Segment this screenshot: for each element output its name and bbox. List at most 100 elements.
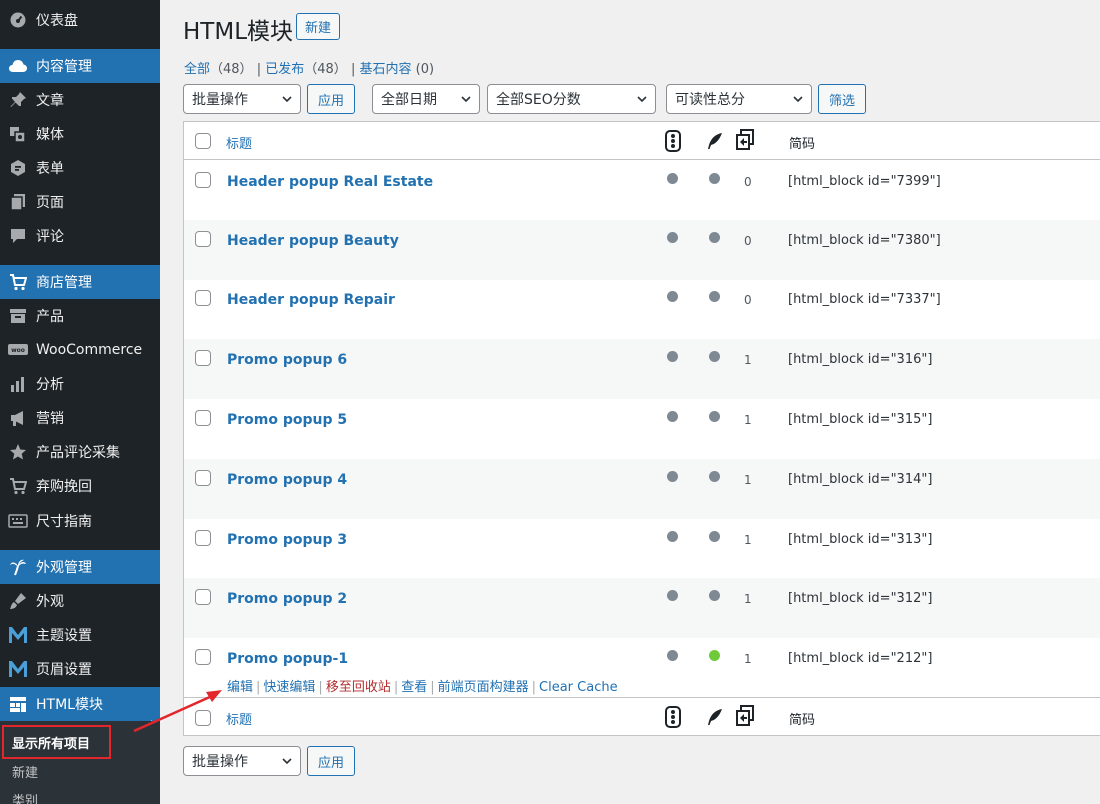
add-new-button[interactable]: 新建 bbox=[296, 13, 341, 40]
row-title-link[interactable]: Header popup Real Estate bbox=[227, 174, 433, 190]
column-title-header[interactable]: 标题 bbox=[226, 133, 252, 152]
sidebar-item-cart-recovery[interactable]: 弃购挽回 bbox=[0, 469, 160, 503]
filter-published-count: （48） bbox=[304, 62, 347, 77]
filter-cornerstone[interactable]: 基石内容 bbox=[359, 62, 411, 77]
sidebar-item-posts[interactable]: 文章 bbox=[0, 83, 160, 117]
seo-status-dot bbox=[667, 590, 678, 601]
row-title-link[interactable]: Promo popup 6 bbox=[227, 352, 347, 368]
row-checkbox[interactable] bbox=[195, 290, 211, 306]
date-filter-select[interactable]: 全部日期 bbox=[372, 84, 480, 114]
keyboard-icon bbox=[0, 504, 36, 538]
seo-filter-select[interactable]: 全部SEO分数 bbox=[487, 84, 656, 114]
bulk-action-select[interactable]: 批量操作 bbox=[183, 84, 301, 114]
sidebar-item-appearance-manage[interactable]: 外观管理 bbox=[0, 550, 160, 584]
row-checkbox[interactable] bbox=[195, 231, 211, 247]
sidebar-item-analytics[interactable]: 分析 bbox=[0, 367, 160, 401]
clear-cache-link[interactable]: Clear Cache bbox=[539, 680, 618, 695]
select-all-checkbox[interactable] bbox=[195, 133, 211, 149]
row-checkbox[interactable] bbox=[195, 172, 211, 188]
row-checkbox[interactable] bbox=[195, 589, 211, 605]
sidebar-item-appearance[interactable]: 外观 bbox=[0, 584, 160, 618]
linked-count: 0 bbox=[744, 234, 752, 248]
row-checkbox[interactable] bbox=[195, 410, 211, 426]
bulk-action-select-bottom[interactable]: 批量操作 bbox=[183, 746, 301, 776]
filter-button[interactable]: 筛选 bbox=[818, 84, 866, 114]
pin-icon bbox=[0, 83, 36, 117]
sidebar-item-label: 产品评论采集 bbox=[36, 445, 120, 461]
linked-count: 1 bbox=[744, 473, 752, 487]
brush-icon bbox=[0, 584, 36, 618]
row-checkbox[interactable] bbox=[195, 649, 211, 665]
seo-score-icon bbox=[665, 130, 681, 152]
seo-status-dot bbox=[667, 291, 678, 302]
action-separator: | bbox=[393, 680, 399, 695]
sidebar-item-label: 表单 bbox=[36, 161, 64, 177]
column-title-footer[interactable]: 标题 bbox=[226, 709, 252, 728]
seo-filter-value: 全部SEO分数 bbox=[496, 92, 581, 108]
row-title-link[interactable]: Promo popup 3 bbox=[227, 532, 347, 548]
action-separator: | bbox=[256, 680, 261, 695]
seo-status-dot bbox=[667, 531, 678, 542]
sidebar-item-review-collector[interactable]: 产品评论采集 bbox=[0, 435, 160, 469]
row-title-link[interactable]: Promo popup 4 bbox=[227, 472, 347, 488]
sidebar-item-theme-settings[interactable]: 主题设置 bbox=[0, 618, 160, 652]
submenu-add-new[interactable]: 新建 bbox=[12, 762, 38, 781]
row-checkbox[interactable] bbox=[195, 530, 211, 546]
sidebar-item-html-blocks[interactable]: HTML模块 bbox=[0, 687, 160, 721]
submenu-categories[interactable]: 类别 bbox=[12, 790, 38, 804]
megaphone-icon bbox=[0, 401, 36, 435]
sidebar-item-marketing[interactable]: 营销 bbox=[0, 401, 160, 435]
seo-status-dot bbox=[667, 351, 678, 362]
cart-icon bbox=[0, 469, 36, 503]
filter-published[interactable]: 已发布 bbox=[265, 62, 304, 77]
status-filters: 全部（48） | 已发布（48） | 基石内容 (0) bbox=[184, 58, 434, 77]
row-title-link[interactable]: Promo popup 2 bbox=[227, 591, 347, 607]
row-title-link[interactable]: Promo popup 5 bbox=[227, 412, 347, 428]
table-row: Promo popup 2 1 [html_block id="312"] bbox=[184, 578, 1100, 638]
sidebar-item-forms[interactable]: 表单 bbox=[0, 151, 160, 185]
sidebar-item-dashboard[interactable]: 仪表盘 bbox=[0, 3, 160, 37]
row-checkbox[interactable] bbox=[195, 470, 211, 486]
sidebar-item-header-settings[interactable]: 页眉设置 bbox=[0, 652, 160, 686]
row-title-link[interactable]: Promo popup-1 bbox=[227, 651, 348, 667]
m-logo-icon bbox=[0, 618, 36, 652]
apply-button-bottom[interactable]: 应用 bbox=[307, 746, 355, 776]
apply-button[interactable]: 应用 bbox=[307, 84, 355, 114]
sidebar-item-products[interactable]: 产品 bbox=[0, 299, 160, 333]
sidebar-item-comments[interactable]: 评论 bbox=[0, 219, 160, 253]
action-separator: | bbox=[430, 680, 435, 695]
sidebar-item-content[interactable]: 内容管理 bbox=[0, 49, 160, 83]
readability-status-dot bbox=[709, 650, 720, 661]
sidebar-item-label: 外观 bbox=[36, 594, 64, 610]
quick-edit-link[interactable]: 快速编辑 bbox=[263, 680, 315, 695]
sidebar-item-pages[interactable]: 页面 bbox=[0, 185, 160, 219]
frontend-builder-link[interactable]: 前端页面构建器 bbox=[438, 680, 529, 695]
sidebar-item-media[interactable]: 媒体 bbox=[0, 117, 160, 151]
table-row: Promo popup 5 1 [html_block id="315"] bbox=[184, 399, 1100, 459]
sidebar-item-label: 主题设置 bbox=[36, 628, 92, 644]
trash-link[interactable]: 移至回收站 bbox=[326, 680, 391, 695]
filter-all[interactable]: 全部 bbox=[184, 62, 210, 77]
sidebar-item-shop[interactable]: 商店管理 bbox=[0, 265, 160, 299]
sidebar-item-label: 商店管理 bbox=[36, 275, 92, 291]
shortcode-text: [html_block id="316"] bbox=[788, 352, 933, 367]
readability-filter-select[interactable]: 可读性总分 bbox=[666, 84, 812, 114]
row-title-link[interactable]: Header popup Beauty bbox=[227, 233, 399, 249]
row-checkbox[interactable] bbox=[195, 350, 211, 366]
sidebar-item-woocommerce[interactable]: woo WooCommerce bbox=[0, 333, 160, 367]
chevron-down-icon bbox=[282, 96, 292, 103]
row-title-link[interactable]: Header popup Repair bbox=[227, 292, 395, 308]
sidebar-item-size-guide[interactable]: 尺寸指南 bbox=[0, 504, 160, 538]
table-footer: 标题 简码 bbox=[184, 697, 1100, 736]
page-title: HTML模块 bbox=[183, 19, 294, 45]
filter-separator: | bbox=[350, 62, 356, 77]
shortcode-text: [html_block id="313"] bbox=[788, 532, 933, 547]
filter-all-count: （48） bbox=[210, 62, 253, 77]
edit-link[interactable]: 编辑 bbox=[227, 680, 253, 695]
select-all-checkbox[interactable] bbox=[195, 710, 211, 726]
readability-status-dot bbox=[709, 531, 720, 542]
shortcode-text: [html_block id="212"] bbox=[788, 651, 933, 666]
linked-count: 1 bbox=[744, 353, 752, 367]
chart-icon bbox=[0, 367, 36, 401]
view-link[interactable]: 查看 bbox=[401, 680, 427, 695]
